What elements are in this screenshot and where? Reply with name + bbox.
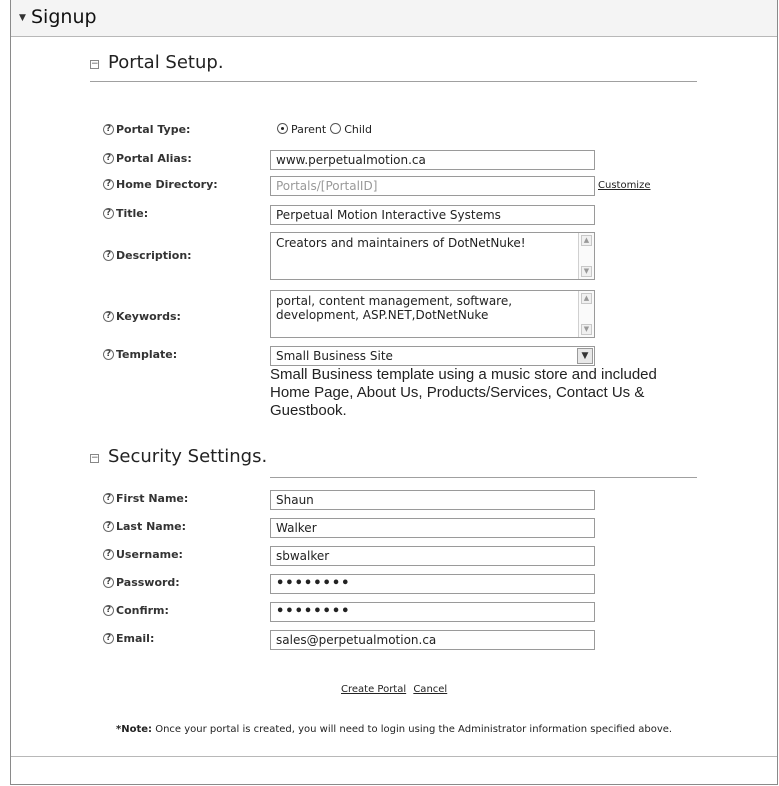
help-icon[interactable]: ? — [103, 311, 114, 322]
field-label: Portal Alias: — [116, 152, 192, 165]
email-input[interactable]: sales@perpetualmotion.ca — [270, 630, 595, 650]
field-label: Last Name: — [116, 520, 187, 533]
scroll-down-icon[interactable]: ▼ — [581, 324, 592, 335]
field-label: Portal Type: — [116, 123, 191, 136]
field-label: Keywords: — [116, 310, 181, 323]
title-row: ? Title: Perpetual Motion Interactive Sy… — [103, 205, 703, 227]
help-icon[interactable]: ? — [103, 179, 114, 190]
keywords-row: ? Keywords: portal, content management, … — [103, 290, 703, 340]
portal-alias-input[interactable]: www.perpetualmotion.ca — [270, 150, 595, 170]
scrollbar[interactable]: ▲ ▼ — [578, 233, 594, 279]
description-row: ? Description: Creators and maintainers … — [103, 232, 703, 282]
scroll-down-icon[interactable]: ▼ — [581, 266, 592, 277]
create-portal-link[interactable]: Create Portal — [341, 684, 406, 695]
title-input[interactable]: Perpetual Motion Interactive Systems — [270, 205, 595, 225]
username-row: ? Username: sbwalker — [103, 546, 703, 568]
template-row: ? Template: Small Business Site ▼ — [103, 346, 703, 368]
field-label: First Name: — [116, 492, 189, 505]
last-name-row: ? Last Name: Walker — [103, 518, 703, 540]
keywords-text: portal, content management, software, de… — [276, 294, 513, 322]
bottom-divider — [11, 756, 777, 757]
field-label: Email: — [116, 632, 155, 645]
collapse-section-icon[interactable]: − — [90, 60, 99, 69]
password-row: ? Password: •••••••• — [103, 574, 703, 596]
section-title: Portal Setup. — [108, 52, 224, 73]
module-header: ▼ Signup — [11, 0, 777, 37]
last-name-input[interactable]: Walker — [270, 518, 595, 538]
keywords-textarea[interactable]: portal, content management, software, de… — [270, 290, 595, 338]
field-label: Home Directory: — [116, 178, 218, 191]
scroll-up-icon[interactable]: ▲ — [581, 235, 592, 246]
form-actions: Create Portal Cancel — [341, 684, 451, 695]
username-input[interactable]: sbwalker — [270, 546, 595, 566]
help-icon[interactable]: ? — [103, 633, 114, 644]
note-prefix: *Note: — [116, 724, 153, 735]
home-directory-row: ? Home Directory: Portals/[PortalID] Cus… — [103, 176, 703, 198]
help-icon[interactable]: ? — [103, 208, 114, 219]
confirm-row: ? Confirm: •••••••• — [103, 602, 703, 624]
portal-type-row: ? Portal Type: Parent Child — [103, 121, 703, 143]
field-label: Description: — [116, 249, 192, 262]
cancel-link[interactable]: Cancel — [413, 684, 447, 695]
radio-label-parent: Parent — [291, 123, 327, 136]
section-title: Security Settings. — [108, 446, 268, 467]
email-row: ? Email: sales@perpetualmotion.ca — [103, 630, 703, 652]
help-icon[interactable]: ? — [103, 577, 114, 588]
section-divider — [90, 81, 697, 82]
field-label: Password: — [116, 576, 180, 589]
home-directory-input[interactable]: Portals/[PortalID] — [270, 176, 595, 196]
field-label: Username: — [116, 548, 183, 561]
child-radio[interactable] — [330, 123, 342, 134]
first-name-input[interactable]: Shaun — [270, 490, 595, 510]
template-description: Small Business template using a music st… — [270, 366, 657, 419]
collapse-section-icon[interactable]: − — [90, 454, 99, 463]
first-name-row: ? First Name: Shaun — [103, 490, 703, 512]
help-icon[interactable]: ? — [103, 549, 114, 560]
description-text: Creators and maintainers of DotNetNuke! — [276, 236, 526, 250]
help-icon[interactable]: ? — [103, 124, 114, 135]
help-icon[interactable]: ? — [103, 153, 114, 164]
template-select[interactable]: Small Business Site ▼ — [270, 346, 595, 366]
portal-type-radio-group: Parent Child — [277, 123, 376, 136]
help-icon[interactable]: ? — [103, 521, 114, 532]
help-icon[interactable]: ? — [103, 349, 114, 360]
parent-radio[interactable] — [277, 123, 288, 134]
field-label: Template: — [116, 348, 178, 361]
scroll-up-icon[interactable]: ▲ — [581, 293, 592, 304]
help-icon[interactable]: ? — [103, 250, 114, 261]
confirm-password-input[interactable]: •••••••• — [270, 602, 595, 622]
password-input[interactable]: •••••••• — [270, 574, 595, 594]
chevron-down-icon[interactable]: ▼ — [577, 348, 593, 364]
note-body: Once your portal is created, you will ne… — [152, 724, 673, 735]
help-icon[interactable]: ? — [103, 493, 114, 504]
template-selected-value: Small Business Site — [276, 349, 393, 363]
scrollbar[interactable]: ▲ ▼ — [578, 291, 594, 337]
portal-alias-row: ? Portal Alias: www.perpetualmotion.ca — [103, 150, 703, 172]
radio-label-child: Child — [344, 123, 372, 136]
module-title: Signup — [31, 6, 97, 28]
section-divider — [270, 477, 697, 478]
collapse-arrow-icon[interactable]: ▼ — [19, 13, 26, 23]
field-label: Title: — [116, 207, 149, 220]
help-icon[interactable]: ? — [103, 605, 114, 616]
customize-link[interactable]: Customize — [598, 180, 651, 191]
field-label: Confirm: — [116, 604, 169, 617]
description-textarea[interactable]: Creators and maintainers of DotNetNuke! … — [270, 232, 595, 280]
note-text: *Note: Once your portal is created, you … — [116, 724, 672, 735]
